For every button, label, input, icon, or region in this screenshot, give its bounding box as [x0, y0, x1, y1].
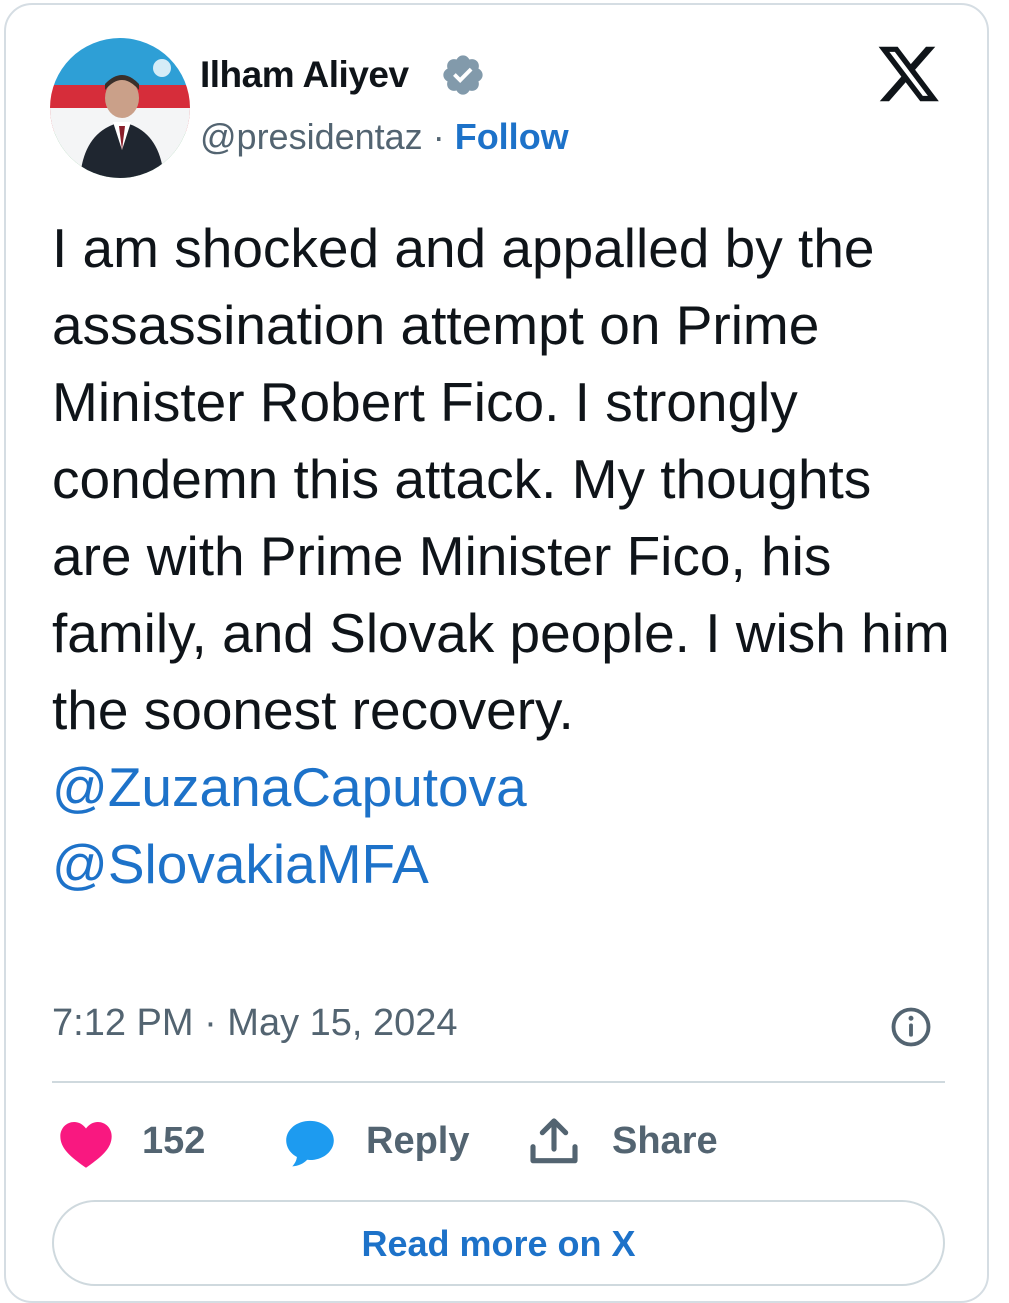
info-icon[interactable]: [890, 1006, 932, 1048]
speech-bubble-icon[interactable]: [282, 1115, 338, 1171]
follow-button[interactable]: Follow: [455, 116, 569, 157]
verified-badge-icon: [443, 55, 483, 95]
author-handle[interactable]: @presidentaz: [200, 116, 423, 157]
share-upload-icon[interactable]: [526, 1114, 582, 1170]
avatar[interactable]: [50, 38, 190, 178]
mention-link-zuzana[interactable]: @ZuzanaCaputova: [52, 749, 952, 826]
tweet-body: I am shocked and appalled by the assassi…: [52, 217, 950, 741]
mention-link-slovakia-mfa[interactable]: @SlovakiaMFA: [52, 826, 952, 903]
reply-button[interactable]: Reply: [366, 1120, 469, 1163]
handle-row: @presidentaz · Follow: [200, 116, 569, 158]
tweet-text-block: I am shocked and appalled by the assassi…: [52, 210, 952, 903]
author-name[interactable]: Ilham Aliyev: [200, 54, 409, 96]
separator: ·: [432, 116, 445, 157]
x-logo-icon[interactable]: [876, 44, 942, 104]
read-more-button[interactable]: Read more on X: [52, 1200, 945, 1286]
heart-icon[interactable]: [58, 1117, 114, 1169]
like-count[interactable]: 152: [142, 1120, 205, 1163]
share-button[interactable]: Share: [612, 1120, 718, 1163]
divider: [52, 1081, 945, 1083]
tweet-timestamp[interactable]: 7:12 PM · May 15, 2024: [52, 1002, 458, 1045]
